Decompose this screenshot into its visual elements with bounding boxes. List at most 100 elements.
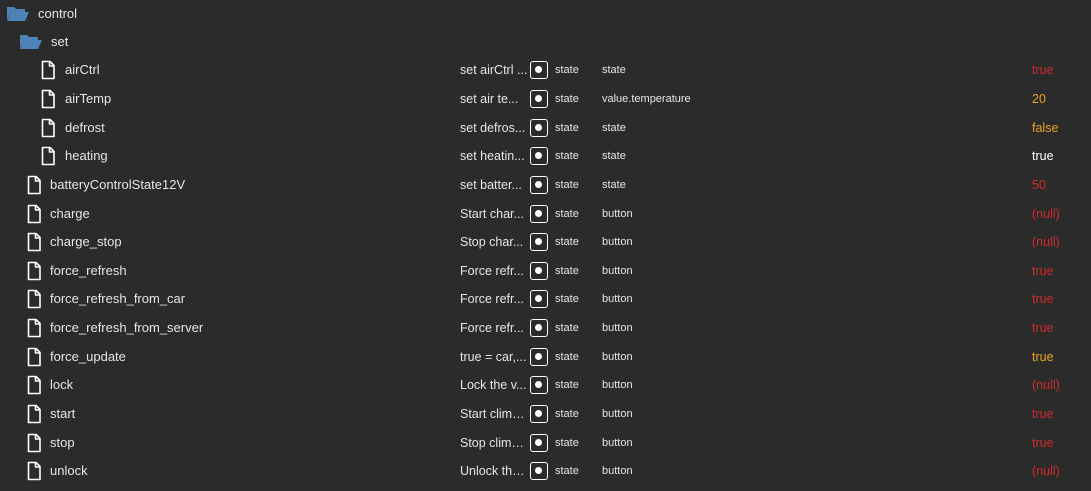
state-value[interactable]: true (1032, 292, 1054, 306)
state-role-toggle[interactable] (530, 262, 548, 280)
state-value[interactable]: 20 (1032, 92, 1046, 106)
state-value[interactable]: true (1032, 149, 1054, 163)
state-type: state (555, 122, 579, 134)
state-row[interactable]: force_refresh_from_car Force refr... state… (0, 285, 1091, 313)
file-icon (27, 375, 41, 395)
state-description: Lock the v... (460, 378, 527, 392)
state-role: button (602, 437, 633, 449)
state-name: force_update (50, 349, 126, 364)
state-type: state (555, 437, 579, 449)
state-description: Force refr... (460, 292, 524, 306)
state-name: airCtrl (65, 62, 100, 77)
state-role-toggle[interactable] (530, 405, 548, 423)
state-name: force_refresh (50, 263, 127, 278)
state-row[interactable]: charge Start char... state button (null) (0, 200, 1091, 228)
state-row[interactable]: start Start clima... state button true (0, 400, 1091, 428)
file-icon (27, 404, 41, 424)
state-role: button (602, 465, 633, 477)
state-type: state (555, 408, 579, 420)
state-value[interactable]: true (1032, 63, 1054, 77)
state-role-toggle[interactable] (530, 434, 548, 452)
state-role-toggle[interactable] (530, 90, 548, 108)
state-description: Stop clima... (460, 436, 528, 450)
folder-row-set[interactable]: set (0, 28, 1091, 56)
state-row[interactable]: force_refresh_from_server Force refr... st… (0, 314, 1091, 342)
state-type: state (555, 64, 579, 76)
state-role-toggle[interactable] (530, 233, 548, 251)
folder-label: control (38, 6, 78, 21)
state-value[interactable]: true (1032, 407, 1054, 421)
state-role-toggle[interactable] (530, 147, 548, 165)
state-role: state (602, 150, 626, 162)
state-name: charge_stop (50, 234, 122, 249)
state-type: state (555, 351, 579, 363)
state-name: force_refresh_from_car (50, 291, 186, 306)
state-role-toggle[interactable] (530, 376, 548, 394)
state-row[interactable]: unlock Unlock the... state button (null) (0, 457, 1091, 485)
state-name: heating (65, 148, 108, 163)
state-role: button (602, 379, 633, 391)
state-value[interactable]: true (1032, 264, 1054, 278)
state-role: value.temperature (602, 93, 691, 105)
state-role: button (602, 322, 633, 334)
file-icon (27, 261, 41, 281)
state-value[interactable]: true (1032, 436, 1054, 450)
state-description: Force refr... (460, 321, 524, 335)
state-role-toggle[interactable] (530, 462, 548, 480)
state-role: button (602, 236, 633, 248)
state-role-toggle[interactable] (530, 290, 548, 308)
state-type: state (555, 179, 579, 191)
state-value[interactable]: (null) (1032, 235, 1060, 249)
file-icon (41, 118, 55, 138)
state-description: Stop char... (460, 235, 524, 249)
file-icon (41, 60, 55, 80)
state-row[interactable]: batteryControlState12V set batter... state… (0, 171, 1091, 199)
state-role-toggle[interactable] (530, 119, 548, 137)
state-row[interactable]: defrost set defros... state state false (0, 114, 1091, 142)
state-value[interactable]: (null) (1032, 378, 1060, 392)
state-role: button (602, 265, 633, 277)
state-value[interactable]: true (1032, 321, 1054, 335)
state-row[interactable]: force_update true = car,... state button tru… (0, 343, 1091, 371)
state-description: true = car,... (460, 350, 527, 364)
state-row[interactable]: airTemp set air te... state value.temperatu… (0, 85, 1091, 113)
state-type: state (555, 293, 579, 305)
state-row[interactable]: charge_stop Stop char... state button (null) (0, 228, 1091, 256)
state-type: state (555, 150, 579, 162)
file-icon (27, 289, 41, 309)
state-row[interactable]: force_refresh Force refr... state button tru… (0, 257, 1091, 285)
state-role-toggle[interactable] (530, 319, 548, 337)
folder-row-control[interactable]: control (0, 0, 1091, 28)
state-name: batteryControlState12V (50, 177, 186, 192)
state-role-toggle[interactable] (530, 176, 548, 194)
file-icon (41, 89, 55, 109)
object-tree: control set airCtrl set airCtrl ... state s… (0, 0, 1091, 491)
file-icon (27, 204, 41, 224)
state-name: defrost (65, 120, 105, 135)
state-description: set air te... (460, 92, 519, 106)
state-role: button (602, 293, 633, 305)
state-description: set heatin... (460, 149, 525, 163)
state-row[interactable]: airCtrl set airCtrl ... state state true (0, 56, 1091, 84)
state-row[interactable]: stop Stop clima... state button true (0, 429, 1091, 457)
state-description: set airCtrl ... (460, 63, 528, 77)
state-role: state (602, 122, 626, 134)
state-value[interactable]: (null) (1032, 207, 1060, 221)
state-role: button (602, 208, 633, 220)
state-name: start (50, 406, 76, 421)
state-description: Force refr... (460, 264, 524, 278)
state-value[interactable]: (null) (1032, 464, 1060, 478)
state-value[interactable]: false (1032, 121, 1058, 135)
state-row[interactable]: lock Lock the v... state button (null) (0, 371, 1091, 399)
state-role-toggle[interactable] (530, 348, 548, 366)
state-role-toggle[interactable] (530, 61, 548, 79)
state-role-toggle[interactable] (530, 205, 548, 223)
state-role: button (602, 351, 633, 363)
state-description: set batter... (460, 178, 522, 192)
state-value[interactable]: 50 (1032, 178, 1046, 192)
state-name: force_refresh_from_server (50, 320, 204, 335)
state-row[interactable]: heating set heatin... state state true (0, 142, 1091, 170)
state-description: Start char... (460, 207, 524, 221)
state-value[interactable]: true (1032, 350, 1054, 364)
state-description: Start clima... (460, 407, 528, 421)
